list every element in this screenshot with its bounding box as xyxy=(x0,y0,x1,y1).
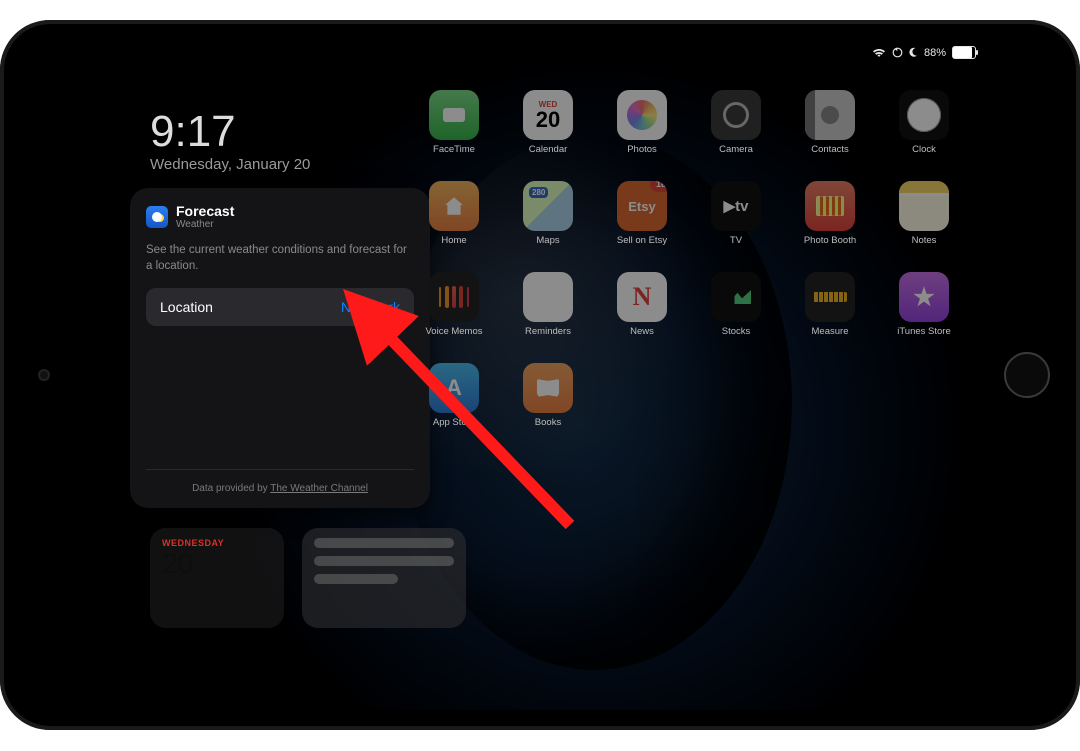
app-label: App Store xyxy=(433,417,475,428)
app-label: News xyxy=(630,326,654,337)
app-icon xyxy=(429,272,479,322)
app-facetime[interactable]: FaceTime xyxy=(418,90,490,155)
app-label: Sell on Etsy xyxy=(617,235,667,246)
app-label: Photos xyxy=(627,144,657,155)
app-label: Voice Memos xyxy=(425,326,482,337)
app-icon xyxy=(805,90,855,140)
app-icon xyxy=(805,272,855,322)
app-contacts[interactable]: Contacts xyxy=(794,90,866,155)
app-icon: WED20 xyxy=(523,90,573,140)
clock-block: 9:17 Wednesday, January 20 xyxy=(150,110,310,173)
panel-divider xyxy=(146,469,414,470)
app-news[interactable]: News xyxy=(606,272,678,337)
app-icon xyxy=(523,272,573,322)
screen: 88% 9:17 Wednesday, January 20 Forecast … xyxy=(90,40,990,710)
widget-title: Forecast xyxy=(176,204,234,218)
app-label: TV xyxy=(730,235,742,246)
battery-percent: 88% xyxy=(924,47,946,59)
app-stocks[interactable]: Stocks xyxy=(700,272,772,337)
app-camera[interactable]: Camera xyxy=(700,90,772,155)
app-photo-booth[interactable]: Photo Booth xyxy=(794,181,866,246)
app-label: Books xyxy=(535,417,561,428)
app-label: FaceTime xyxy=(433,144,475,155)
location-label: Location xyxy=(160,299,213,315)
app-icon: Etsy18 xyxy=(617,181,667,231)
app-home[interactable]: Home xyxy=(418,181,490,246)
app-label: Photo Booth xyxy=(804,235,856,246)
app-label: Calendar xyxy=(529,144,568,155)
calendar-dow: WEDNESDAY xyxy=(162,538,272,548)
app-icon xyxy=(711,272,761,322)
app-clock[interactable]: Clock xyxy=(888,90,960,155)
app-itunes-store[interactable]: iTunes Store xyxy=(888,272,960,337)
app-icon xyxy=(523,181,573,231)
app-grid: FaceTime WED20 Calendar Photos Camera Contact… xyxy=(324,90,960,428)
app-tv[interactable]: ▶tv TV xyxy=(700,181,772,246)
front-camera xyxy=(40,371,48,379)
app-books[interactable]: Books xyxy=(512,363,584,428)
app-notes[interactable]: Notes xyxy=(888,181,960,246)
app-icon xyxy=(617,272,667,322)
app-label: Measure xyxy=(812,326,849,337)
app-icon xyxy=(899,272,949,322)
time-text: 9:17 xyxy=(150,110,310,154)
app-photos[interactable]: Photos xyxy=(606,90,678,155)
ipad-body: 88% 9:17 Wednesday, January 20 Forecast … xyxy=(0,20,1080,730)
ipad-frame: 88% 9:17 Wednesday, January 20 Forecast … xyxy=(0,0,1080,751)
app-voice-memos[interactable]: Voice Memos xyxy=(418,272,490,337)
weather-app-icon xyxy=(146,206,168,228)
home-button[interactable] xyxy=(1004,352,1050,398)
app-calendar[interactable]: WED20 Calendar xyxy=(512,90,584,155)
wifi-icon xyxy=(872,48,886,58)
app-icon xyxy=(711,90,761,140)
app-icon xyxy=(429,181,479,231)
app-icon xyxy=(805,181,855,231)
orientation-lock-icon xyxy=(892,47,903,58)
app-label: Home xyxy=(441,235,466,246)
date-text: Wednesday, January 20 xyxy=(150,156,310,173)
app-label: Camera xyxy=(719,144,753,155)
app-measure[interactable]: Measure xyxy=(794,272,866,337)
app-label: Stocks xyxy=(722,326,751,337)
app-reminders[interactable]: Reminders xyxy=(512,272,584,337)
stack-widget[interactable] xyxy=(302,528,466,628)
app-icon xyxy=(899,181,949,231)
calendar-day: 20 xyxy=(162,548,272,580)
moon-icon xyxy=(909,47,918,58)
app-icon xyxy=(617,90,667,140)
app-label: Clock xyxy=(912,144,936,155)
widget-subtitle: Weather xyxy=(176,219,234,230)
app-label: Notes xyxy=(912,235,937,246)
badge: 18 xyxy=(650,181,667,192)
battery-icon xyxy=(952,46,976,59)
app-maps[interactable]: Maps xyxy=(512,181,584,246)
app-sell-on-etsy[interactable]: Etsy18 Sell on Etsy xyxy=(606,181,678,246)
weather-channel-link[interactable]: The Weather Channel xyxy=(270,483,368,494)
app-icon xyxy=(899,90,949,140)
status-bar: 88% xyxy=(872,46,976,59)
app-app-store[interactable]: App Store xyxy=(418,363,490,428)
app-icon: ▶tv xyxy=(711,181,761,231)
app-label: Maps xyxy=(536,235,559,246)
app-icon xyxy=(429,363,479,413)
app-label: Contacts xyxy=(811,144,849,155)
app-icon xyxy=(523,363,573,413)
calendar-widget[interactable]: WEDNESDAY 20 xyxy=(150,528,284,628)
app-label: Reminders xyxy=(525,326,571,337)
app-label: iTunes Store xyxy=(897,326,951,337)
peek-widgets: WEDNESDAY 20 xyxy=(150,528,466,628)
app-icon xyxy=(429,90,479,140)
data-credit: Data provided by The Weather Channel xyxy=(130,483,430,494)
